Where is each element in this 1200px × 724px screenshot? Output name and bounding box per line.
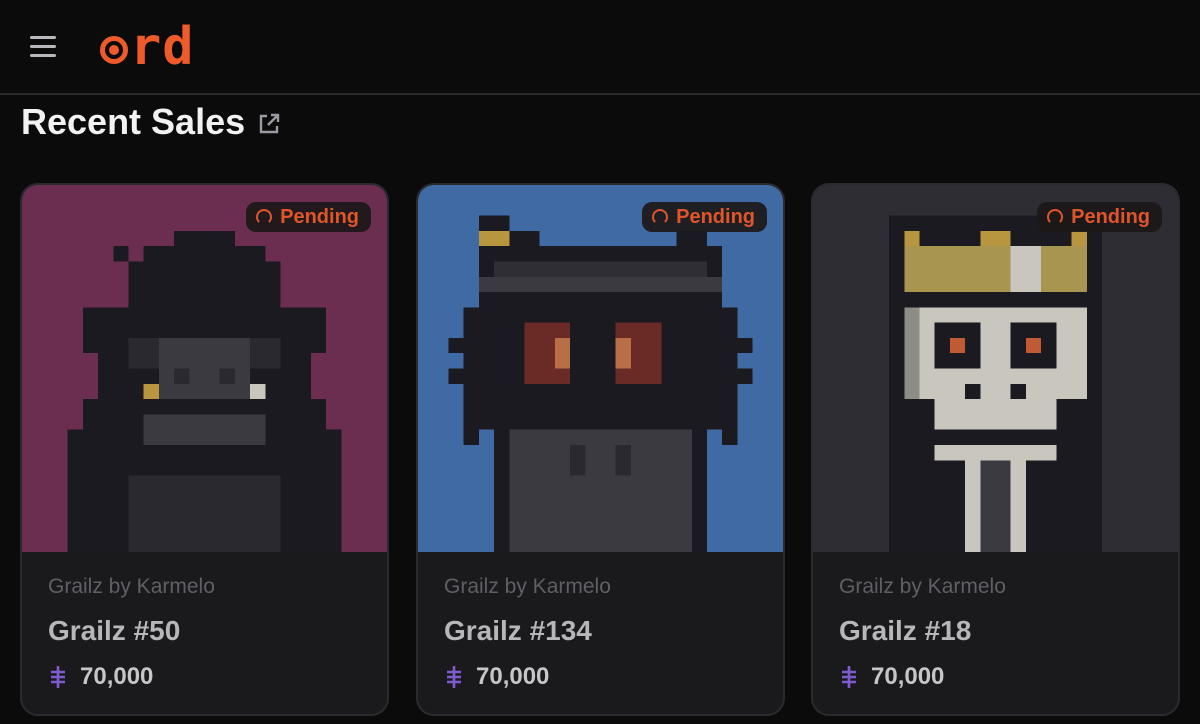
item-name: Grailz #18 <box>839 615 972 646</box>
spinner-icon <box>1047 209 1064 225</box>
price: 70,000 <box>839 663 1006 691</box>
external-link-icon[interactable] <box>257 112 281 136</box>
status-text: Pending <box>1071 205 1150 228</box>
nft-image <box>22 185 387 552</box>
nft-image <box>418 185 783 552</box>
top-header: rd <box>0 0 1200 95</box>
status-text: Pending <box>676 205 755 228</box>
section-title: Recent Sales <box>21 101 246 142</box>
price: 70,000 <box>48 663 215 691</box>
status-badge: Pending <box>246 202 371 232</box>
collection-name: Grailz by Karmelo <box>444 575 611 598</box>
item-name: Grailz #50 <box>48 615 181 646</box>
item-name: Grailz #134 <box>444 615 592 646</box>
bitcoin-icon <box>842 666 856 688</box>
status-text: Pending <box>280 205 359 228</box>
price-value: 70,000 <box>871 663 945 690</box>
nft-image <box>813 185 1178 552</box>
collection-name: Grailz by Karmelo <box>48 575 215 598</box>
price: 70,000 <box>444 663 611 691</box>
price-value: 70,000 <box>476 663 550 690</box>
status-badge: Pending <box>1037 202 1162 232</box>
sale-card[interactable]: Pending Grailz by Karmelo Grailz #50 70,… <box>20 183 389 716</box>
spinner-icon <box>256 209 273 225</box>
logo-ring-icon <box>100 36 128 64</box>
section-header: Recent Sales <box>21 100 281 144</box>
sale-card[interactable]: Pending Grailz by Karmelo Grailz #134 70… <box>416 183 785 716</box>
ord-logo[interactable]: rd <box>100 17 195 77</box>
sale-card[interactable]: Pending Grailz by Karmelo Grailz #18 70,… <box>811 183 1180 716</box>
bitcoin-icon <box>51 666 65 688</box>
hamburger-menu-icon[interactable] <box>30 34 58 60</box>
collection-name: Grailz by Karmelo <box>839 575 1006 598</box>
bitcoin-icon <box>447 666 461 688</box>
status-badge: Pending <box>642 202 767 232</box>
price-value: 70,000 <box>80 663 154 690</box>
logo-text: rd <box>130 17 195 77</box>
spinner-icon <box>652 209 669 225</box>
